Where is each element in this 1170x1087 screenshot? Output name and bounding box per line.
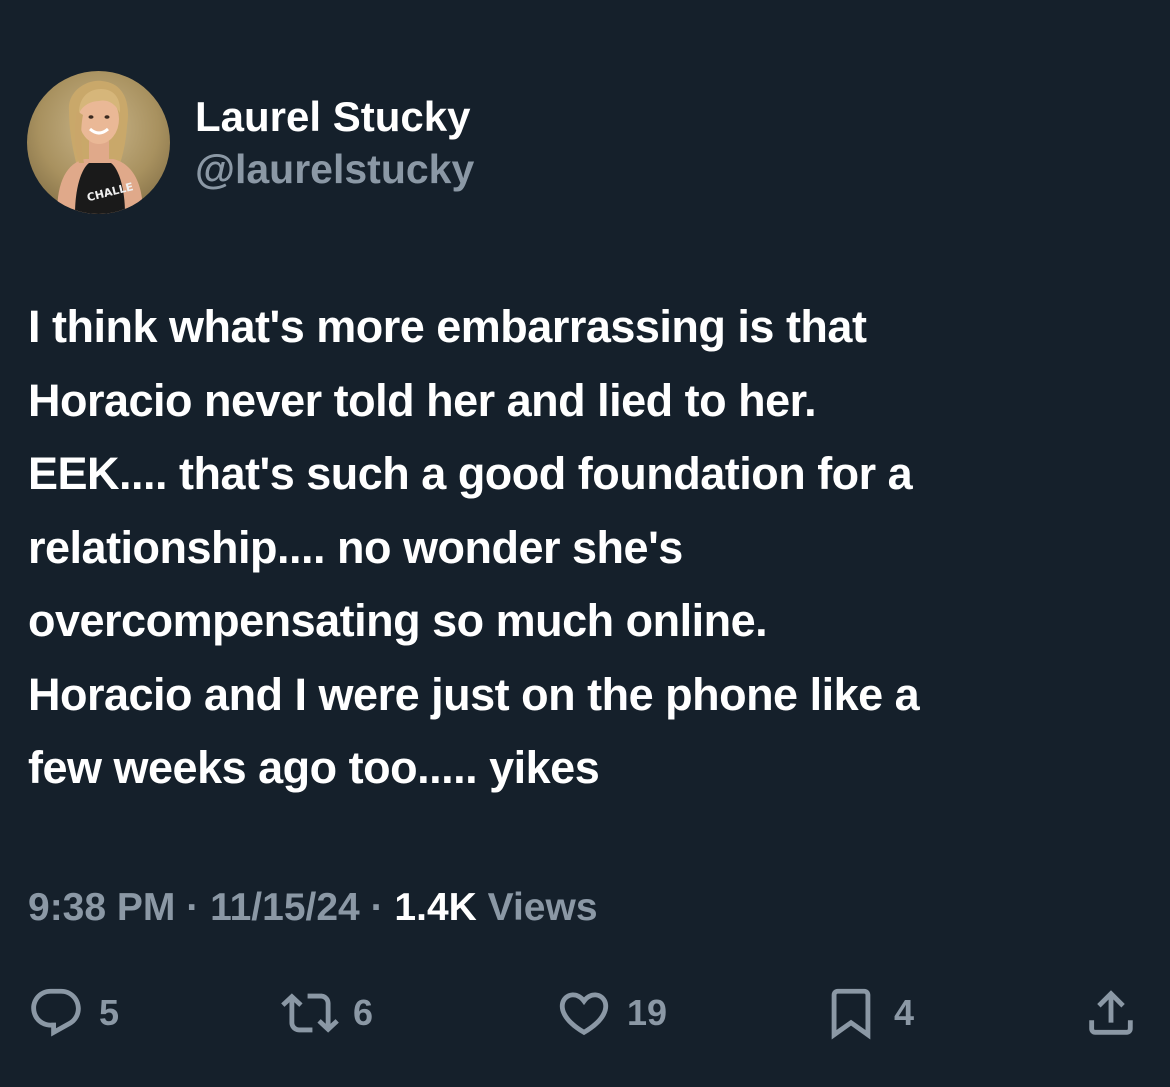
like-count: 19 <box>627 992 668 1033</box>
bookmark-count: 4 <box>894 992 915 1033</box>
reply-count: 5 <box>99 992 120 1033</box>
tweet-date[interactable]: 11/15/24 <box>210 886 360 929</box>
share-button[interactable] <box>1082 980 1140 1046</box>
avatar-image: CHALLE <box>27 71 170 214</box>
repost-count: 6 <box>353 992 374 1033</box>
user-handle[interactable]: @laurelstucky <box>195 143 474 195</box>
meta-separator: · <box>186 886 211 929</box>
tweet-header: CHALLE Laurel Stucky @laurelstucky <box>27 70 474 215</box>
reply-icon <box>31 988 81 1037</box>
views-count[interactable]: 1.4K <box>394 886 476 929</box>
meta-separator: · <box>370 886 395 929</box>
repost-button[interactable]: 6 <box>281 980 373 1046</box>
views-label[interactable]: Views <box>488 886 598 929</box>
tweet-metadata: 9:38 PM · 11/15/24 · 1.4K Views <box>28 880 598 936</box>
tweet-text: I think what's more embarrassing is that… <box>28 301 920 793</box>
reply-button[interactable]: 5 <box>27 980 119 1046</box>
display-name[interactable]: Laurel Stucky <box>195 91 474 143</box>
like-icon <box>559 992 609 1036</box>
bookmark-button[interactable]: 4 <box>822 980 914 1046</box>
tweet-card: CHALLE Laurel Stucky @laurelstucky I thi… <box>0 0 1170 1087</box>
tweet-time[interactable]: 9:38 PM <box>28 886 175 929</box>
bookmark-icon <box>831 988 871 1040</box>
repost-icon <box>281 993 339 1033</box>
like-button[interactable]: 19 <box>555 980 667 1046</box>
share-icon <box>1089 990 1133 1035</box>
avatar[interactable]: CHALLE <box>27 71 170 214</box>
action-bar: 5 6 19 4 <box>0 980 1170 1046</box>
author-info: Laurel Stucky @laurelstucky <box>195 91 474 195</box>
